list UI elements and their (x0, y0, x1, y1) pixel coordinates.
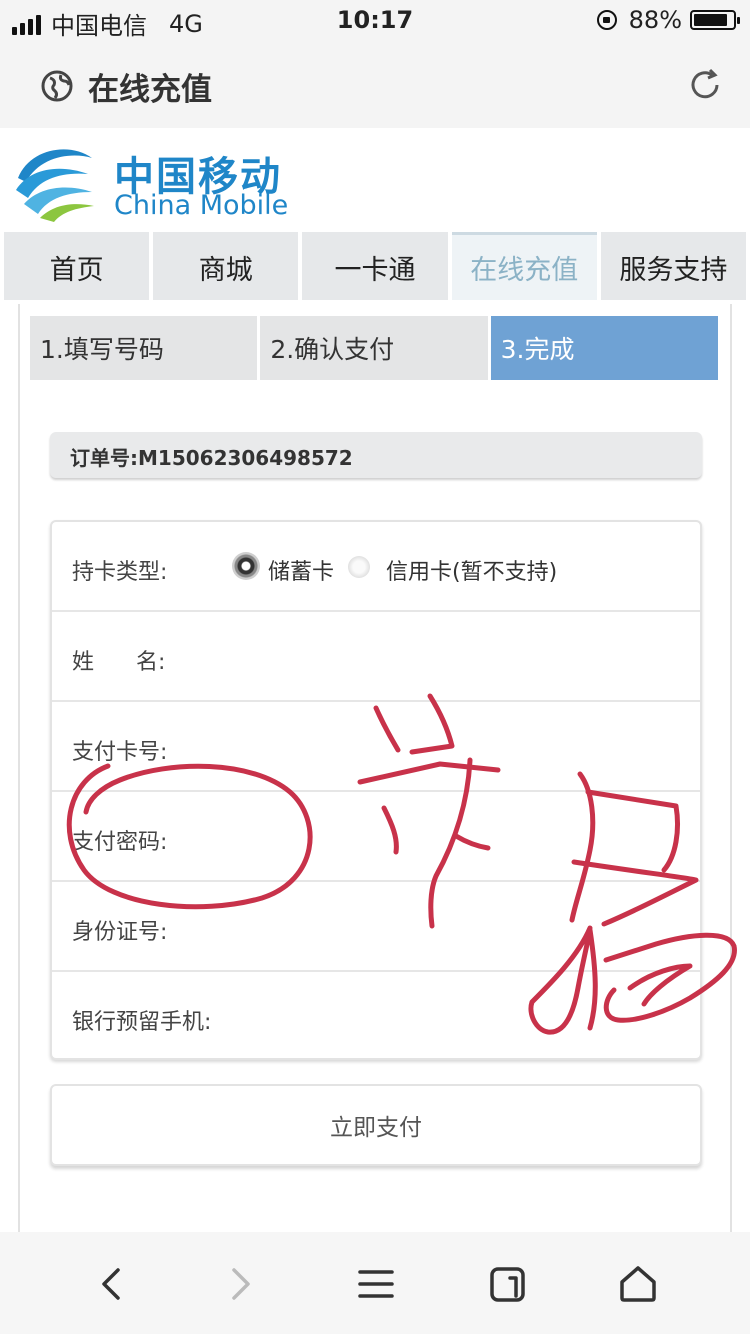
credit-card-radio[interactable] (348, 556, 370, 578)
password-label: 支付密码: (72, 830, 168, 855)
rotation-lock-icon (596, 10, 617, 30)
debit-card-label[interactable]: 储蓄卡 (268, 554, 334, 586)
menu-icon[interactable] (356, 1264, 396, 1304)
credit-card-label[interactable]: 信用卡(暂不支持) (386, 554, 557, 586)
bank-phone-field[interactable]: 银行预留手机: (52, 972, 700, 1062)
payment-panel: 1.填写号码 2.确认支付 3.完成 订单号:M15062306498572 持… (18, 304, 732, 1232)
card-number-label: 支付卡号: (72, 740, 168, 765)
logo-text-en: China Mobile (114, 190, 289, 221)
nav-tab-home[interactable]: 首页 (4, 232, 150, 300)
page-title: 在线充值 (88, 72, 212, 108)
form-row-card-type: 持卡类型: 储蓄卡 信用卡(暂不支持) (52, 522, 700, 612)
forward-icon[interactable] (226, 1264, 256, 1304)
name-label: 姓 名: (72, 650, 166, 675)
nav-tab-card[interactable]: 一卡通 (302, 232, 448, 300)
id-number-label: 身份证号: (72, 920, 168, 945)
pay-now-button[interactable]: 立即支付 (50, 1084, 702, 1166)
browser-toolbar (0, 1232, 750, 1334)
order-number-bar: 订单号:M15062306498572 (50, 432, 702, 478)
china-mobile-logo[interactable]: 中国移动 China Mobile (10, 136, 310, 226)
home-icon[interactable] (616, 1264, 660, 1304)
back-icon[interactable] (96, 1264, 126, 1304)
step-complete: 3.完成 (490, 316, 718, 380)
card-number-field[interactable]: 支付卡号: (52, 702, 700, 792)
china-mobile-emblem-icon (16, 149, 94, 222)
browser-title-bar: 在线充值 (0, 44, 750, 128)
reload-icon[interactable] (686, 66, 724, 104)
step-indicator: 1.填写号码 2.确认支付 3.完成 (30, 316, 718, 380)
step-fill-number: 1.填写号码 (30, 316, 258, 380)
password-field[interactable]: 支付密码: (52, 792, 700, 882)
payment-form: 持卡类型: 储蓄卡 信用卡(暂不支持) 姓 名: 支付卡号: 支付密码: 身份证… (50, 520, 702, 1060)
battery-icon (690, 10, 740, 30)
card-type-label: 持卡类型: (72, 560, 168, 585)
globe-icon[interactable] (40, 69, 74, 103)
name-field[interactable]: 姓 名: (52, 612, 700, 702)
nav-tab-support[interactable]: 服务支持 (600, 232, 747, 300)
status-bar: 中国电信 4G 10:17 88% (0, 0, 750, 44)
web-page: 中国移动 China Mobile 首页 商城 一卡通 在线充值 服务支持 1.… (0, 128, 750, 1232)
order-number: 订单号:M15062306498572 (70, 446, 353, 470)
status-right: 88% (596, 6, 740, 34)
id-number-field[interactable]: 身份证号: (52, 882, 700, 972)
step-confirm-payment: 2.确认支付 (260, 316, 488, 380)
tabs-icon[interactable] (488, 1264, 528, 1304)
debit-card-radio[interactable] (232, 552, 260, 580)
battery-percent: 88% (628, 6, 682, 34)
main-nav: 首页 商城 一卡通 在线充值 服务支持 (4, 232, 747, 300)
nav-tab-mall[interactable]: 商城 (153, 232, 299, 300)
nav-tab-recharge[interactable]: 在线充值 (451, 232, 597, 300)
bank-phone-label: 银行预留手机: (72, 1010, 212, 1035)
